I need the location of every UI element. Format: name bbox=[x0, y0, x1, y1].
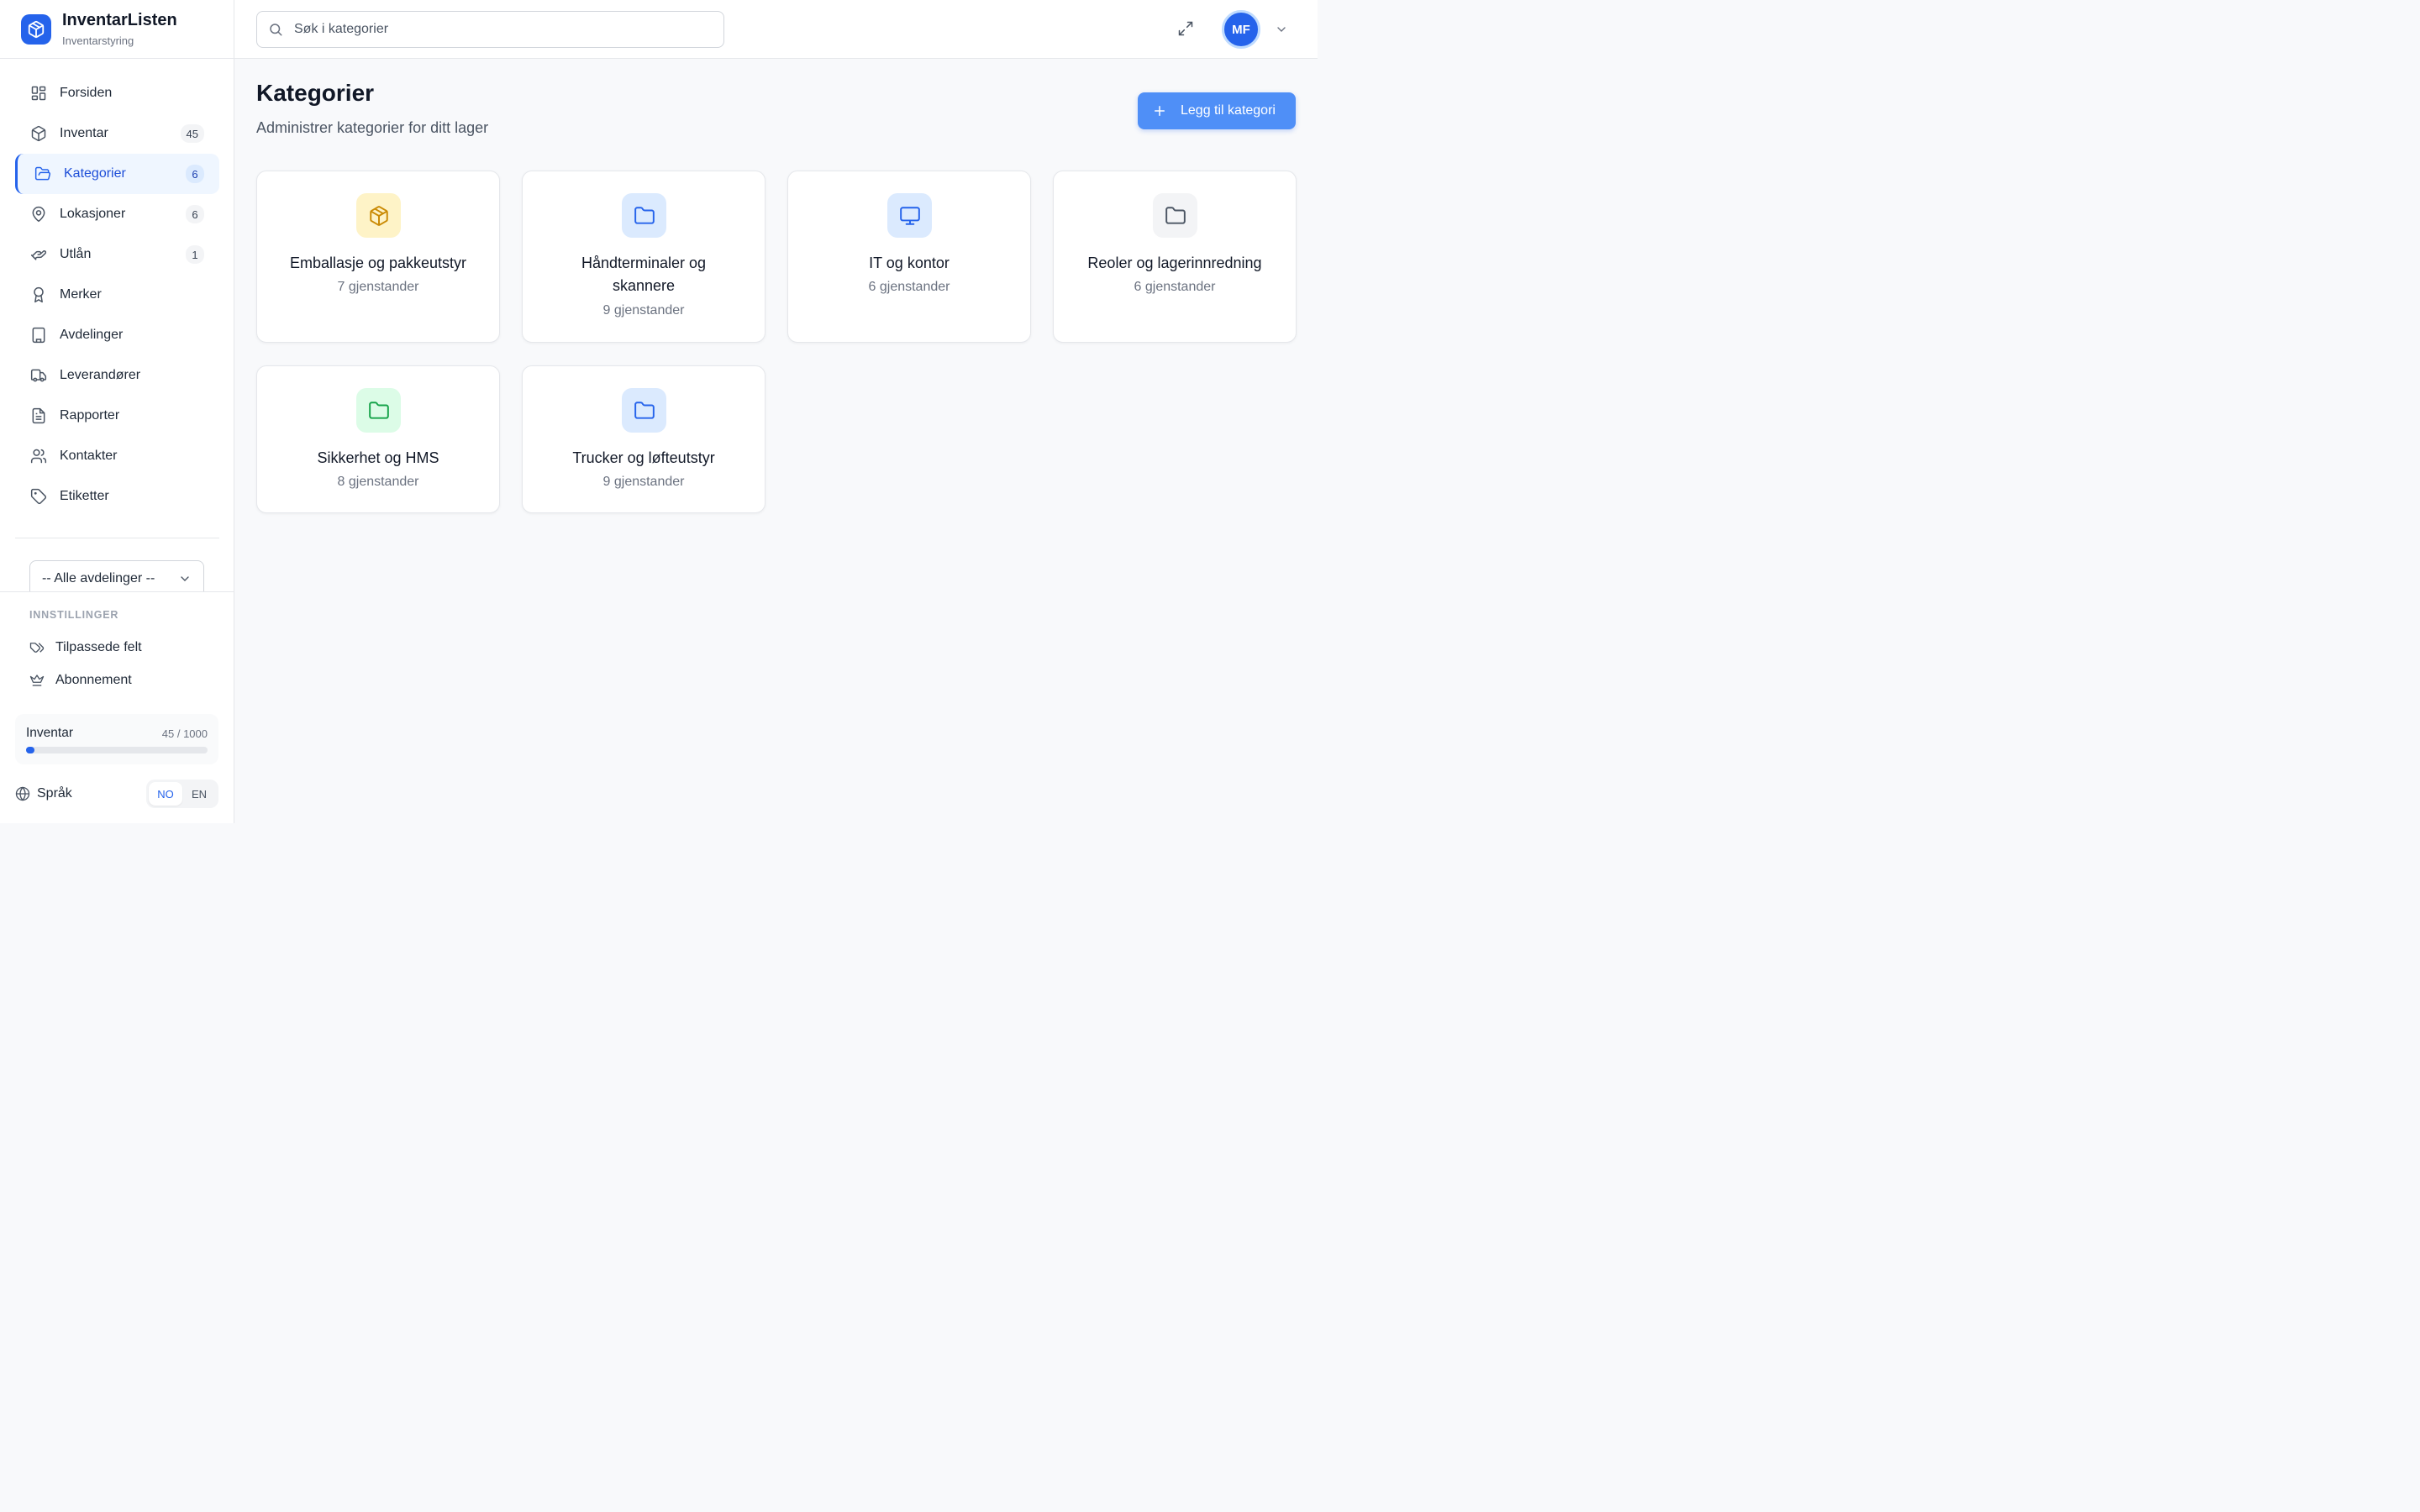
settings-item-label: Abonnement bbox=[55, 673, 132, 687]
count-badge: 6 bbox=[186, 165, 204, 183]
search-icon bbox=[270, 24, 282, 36]
sidebar-nav: Forsiden Inventar 45 Kategorier 6 Lokasj… bbox=[15, 73, 219, 517]
sidebar-item-utlan[interactable]: Utlån 1 bbox=[15, 234, 219, 275]
category-count: 9 gjenstander bbox=[602, 475, 685, 489]
language-option-no[interactable]: NO bbox=[149, 782, 182, 806]
usage-count: 45 / 1000 bbox=[161, 727, 208, 740]
category-count: 9 gjenstander bbox=[602, 303, 685, 318]
sidebar-item-leverandorer[interactable]: Leverandører bbox=[15, 355, 219, 396]
folder-icon bbox=[356, 388, 401, 433]
category-count: 6 gjenstander bbox=[1134, 280, 1216, 294]
folder-icon bbox=[622, 193, 666, 238]
category-count: 6 gjenstander bbox=[868, 280, 950, 294]
topbar: MF bbox=[234, 0, 1318, 59]
brand-subtitle: Inventarstyring bbox=[62, 34, 134, 47]
sidebar-item-forsiden[interactable]: Forsiden bbox=[15, 73, 219, 113]
sidebar-item-label: Kontakter bbox=[60, 449, 118, 463]
department-select-value: -- Alle avdelinger -- bbox=[42, 571, 155, 585]
crown-icon bbox=[29, 673, 45, 688]
users-icon bbox=[29, 447, 48, 465]
settings-item-custom-fields[interactable]: Tilpassede felt bbox=[29, 640, 142, 655]
usage-label: Inventar bbox=[26, 726, 74, 740]
language-label: Språk bbox=[37, 786, 72, 801]
category-card[interactable]: Emballasje og pakkeutstyr 7 gjenstander bbox=[256, 171, 500, 343]
language-option-en[interactable]: EN bbox=[182, 782, 216, 806]
page-title: Kategorier bbox=[256, 80, 375, 106]
folder-icon bbox=[1153, 193, 1197, 238]
user-avatar[interactable]: MF bbox=[1222, 10, 1260, 49]
sidebar-item-lokasjoner[interactable]: Lokasjoner 6 bbox=[15, 194, 219, 234]
sidebar-item-merker[interactable]: Merker bbox=[15, 275, 219, 315]
plus-icon bbox=[1155, 106, 1165, 116]
category-card[interactable]: Trucker og løfteutstyr 9 gjenstander bbox=[522, 365, 765, 513]
sidebar-item-label: Leverandører bbox=[60, 368, 141, 382]
folder-open-icon bbox=[34, 165, 52, 183]
language-toggle: NO EN bbox=[146, 780, 218, 808]
truck-icon bbox=[29, 366, 48, 385]
chevron-down-icon[interactable] bbox=[1275, 23, 1288, 36]
settings-item-label: Tilpassede felt bbox=[55, 640, 142, 654]
map-pin-icon bbox=[29, 205, 48, 223]
brand-logo-icon bbox=[21, 13, 51, 45]
search-input[interactable] bbox=[294, 22, 697, 37]
sidebar-item-avdelinger[interactable]: Avdelinger bbox=[15, 315, 219, 355]
category-card[interactable]: IT og kontor 6 gjenstander bbox=[787, 171, 1031, 343]
sidebar-item-label: Lokasjoner bbox=[60, 207, 126, 221]
category-name: Håndterminaler og skannere bbox=[581, 255, 707, 294]
sidebar-item-label: Avdelinger bbox=[60, 328, 124, 342]
globe-icon bbox=[15, 786, 30, 801]
category-name: Sikkerhet og HMS bbox=[317, 449, 439, 466]
count-badge: 45 bbox=[180, 124, 204, 143]
category-count: 8 gjenstander bbox=[337, 475, 419, 489]
box-icon bbox=[29, 124, 48, 143]
category-name: Emballasje og pakkeutstyr bbox=[289, 255, 467, 271]
sidebar-item-inventar[interactable]: Inventar 45 bbox=[15, 113, 219, 154]
chevron-down-icon bbox=[181, 576, 189, 581]
category-card[interactable]: Sikkerhet og HMS 8 gjenstander bbox=[256, 365, 500, 513]
category-count: 7 gjenstander bbox=[337, 280, 419, 294]
category-name: IT og kontor bbox=[869, 255, 950, 271]
award-icon bbox=[29, 286, 48, 304]
add-category-label: Legg til kategori bbox=[1181, 103, 1276, 118]
building-icon bbox=[29, 326, 48, 344]
page-subtitle: Administrer kategorier for ditt lager bbox=[256, 119, 489, 136]
sidebar-item-label: Merker bbox=[60, 287, 102, 302]
count-badge: 1 bbox=[186, 245, 204, 264]
fullscreen-icon[interactable] bbox=[1177, 20, 1196, 39]
hand-icon bbox=[29, 245, 48, 264]
sidebar-item-kategorier[interactable]: Kategorier 6 bbox=[15, 154, 219, 194]
usage-progress-fill bbox=[26, 747, 34, 753]
settings-item-subscription[interactable]: Abonnement bbox=[29, 673, 132, 688]
count-badge: 6 bbox=[186, 205, 204, 223]
folder-icon bbox=[622, 388, 666, 433]
category-name: Reoler og lagerinnredning bbox=[1087, 255, 1262, 271]
brand-title: InventarListen bbox=[62, 11, 177, 29]
sidebar-item-label: Forsiden bbox=[60, 86, 113, 100]
package-icon bbox=[356, 193, 401, 238]
file-text-icon bbox=[29, 407, 48, 425]
tags-icon bbox=[29, 640, 45, 655]
sidebar-item-kontakter[interactable]: Kontakter bbox=[15, 436, 219, 476]
inventory-usage: Inventar 45 / 1000 bbox=[15, 714, 218, 764]
sidebar-item-label: Inventar bbox=[60, 126, 108, 140]
category-card[interactable]: Håndterminaler og skannere 9 gjenstander bbox=[522, 171, 765, 343]
language-switcher: Språk NO EN bbox=[15, 780, 218, 808]
monitor-icon bbox=[887, 193, 932, 238]
dashboard-icon bbox=[29, 84, 48, 102]
category-name: Trucker og løfteutstyr bbox=[572, 449, 715, 466]
sidebar-item-label: Rapporter bbox=[60, 408, 120, 423]
sidebar-item-label: Kategorier bbox=[64, 166, 126, 181]
category-card[interactable]: Reoler og lagerinnredning 6 gjenstander bbox=[1053, 171, 1297, 343]
tag-icon bbox=[29, 487, 48, 506]
sidebar: InventarListen Inventarstyring Forsiden … bbox=[0, 0, 234, 823]
brand[interactable]: InventarListen Inventarstyring bbox=[0, 0, 234, 59]
sidebar-item-etiketter[interactable]: Etiketter bbox=[15, 476, 219, 517]
usage-progress-bar bbox=[26, 747, 208, 753]
settings-heading: INNSTILLINGER bbox=[29, 609, 119, 621]
search-box[interactable] bbox=[256, 11, 724, 48]
sidebar-item-rapporter[interactable]: Rapporter bbox=[15, 396, 219, 436]
sidebar-item-label: Utlån bbox=[60, 247, 92, 261]
add-category-button[interactable]: Legg til kategori bbox=[1138, 92, 1296, 129]
sidebar-item-label: Etiketter bbox=[60, 489, 109, 503]
